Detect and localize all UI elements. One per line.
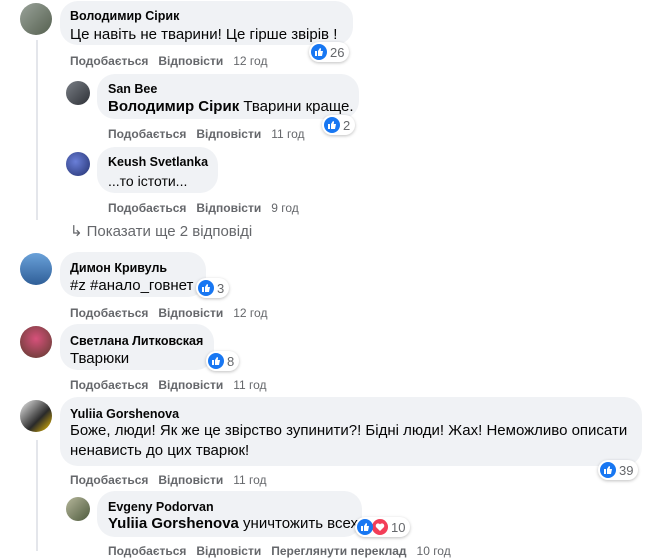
reaction-count[interactable]: 8 — [206, 351, 240, 371]
timestamp[interactable]: 11 год — [271, 127, 304, 141]
comment-author[interactable]: Димон Кривуль — [70, 261, 167, 275]
timestamp[interactable]: 10 год — [417, 544, 451, 558]
comment-text: Боже, люди! Як же це звірство зупинити?!… — [70, 422, 628, 439]
reply-button[interactable]: Відповісти — [196, 127, 261, 141]
timestamp[interactable]: 12 год — [233, 306, 267, 320]
show-more-replies-link[interactable]: ↳ Показати ще 2 відповіді — [70, 222, 252, 240]
timestamp[interactable]: 11 год — [233, 473, 266, 487]
like-button[interactable]: Подобається — [70, 473, 148, 487]
like-button[interactable]: Подобається — [108, 127, 186, 141]
like-icon — [208, 353, 224, 369]
reply-button[interactable]: Відповісти — [158, 473, 223, 487]
comment-actions: Подобається Відповісти 12 год — [70, 306, 267, 320]
reaction-count[interactable]: 26 — [309, 42, 350, 62]
like-icon — [600, 462, 616, 478]
comment-text: ненависть до цих тварюк! — [70, 442, 250, 459]
reaction-count[interactable]: 10 — [355, 517, 411, 537]
comment-author[interactable]: Yuliia Gorshenova — [70, 407, 179, 421]
reply-button[interactable]: Відповісти — [196, 544, 261, 558]
like-button[interactable]: Подобається — [70, 306, 148, 320]
reaction-count[interactable]: 3 — [196, 278, 230, 298]
comment-text: #z #анало_говнет — [70, 277, 194, 294]
comment-actions: Подобається Відповісти 12 год — [70, 54, 267, 68]
comment-actions: Подобається Відповісти 11 год — [108, 127, 305, 141]
comment-author[interactable]: Володимир Сірик — [70, 9, 179, 23]
reply-button[interactable]: Відповісти — [196, 201, 261, 215]
comment-author[interactable]: Evgeny Podorvan — [108, 500, 214, 514]
reply-button[interactable]: Відповісти — [158, 306, 223, 320]
like-icon — [198, 280, 214, 296]
see-translation-link[interactable]: Переглянути переклад — [271, 544, 406, 558]
comment-author[interactable]: Светлана Литковская — [70, 334, 203, 348]
reply-button[interactable]: Відповісти — [158, 54, 223, 68]
comment-actions: Подобається Відповісти 11 год — [70, 473, 267, 487]
comment-text: Yuliia Gorshenova уничтожить всех — [108, 515, 358, 532]
timestamp[interactable]: 12 год — [233, 54, 267, 68]
comment-author[interactable]: Keush Svetlanka — [108, 155, 208, 169]
thread-line — [36, 440, 38, 551]
comment-text: Це навіть не тварини! Це гірше звірів ! — [70, 26, 338, 43]
reply-arrow-icon: ↳ — [70, 223, 83, 240]
thread-line — [36, 40, 38, 220]
like-icon — [324, 117, 340, 133]
comment-actions: Подобається Відповісти 9 год — [108, 201, 299, 215]
mention-link[interactable]: Володимир Сірик — [108, 98, 239, 115]
avatar[interactable] — [20, 326, 52, 358]
timestamp[interactable]: 9 год — [271, 201, 299, 215]
like-button[interactable]: Подобається — [70, 54, 148, 68]
timestamp[interactable]: 11 год — [233, 378, 266, 392]
avatar[interactable] — [20, 3, 52, 35]
like-button[interactable]: Подобається — [70, 378, 148, 392]
love-icon — [372, 519, 388, 535]
comment-actions: Подобається Відповісти Переглянути перекла… — [108, 544, 451, 558]
like-icon — [311, 44, 327, 60]
avatar[interactable] — [66, 152, 90, 176]
reaction-count[interactable]: 39 — [598, 460, 639, 480]
comment-text: Тварюки — [70, 350, 130, 367]
like-icon — [357, 519, 373, 535]
like-button[interactable]: Подобається — [108, 201, 186, 215]
reaction-count[interactable]: 2 — [322, 115, 356, 135]
avatar[interactable] — [66, 497, 90, 521]
like-button[interactable]: Подобається — [108, 544, 186, 558]
avatar[interactable] — [20, 253, 52, 285]
mention-link[interactable]: Yuliia Gorshenova — [108, 515, 239, 532]
avatar[interactable] — [66, 81, 90, 105]
comment-text: ...то істоти... — [108, 173, 188, 189]
reply-button[interactable]: Відповісти — [158, 378, 223, 392]
avatar[interactable] — [20, 400, 52, 432]
comment-author[interactable]: San Bee — [108, 82, 157, 96]
comment-actions: Подобається Відповісти 11 год — [70, 378, 267, 392]
comment-text: Володимир Сірик Тварини краще. — [108, 98, 354, 115]
